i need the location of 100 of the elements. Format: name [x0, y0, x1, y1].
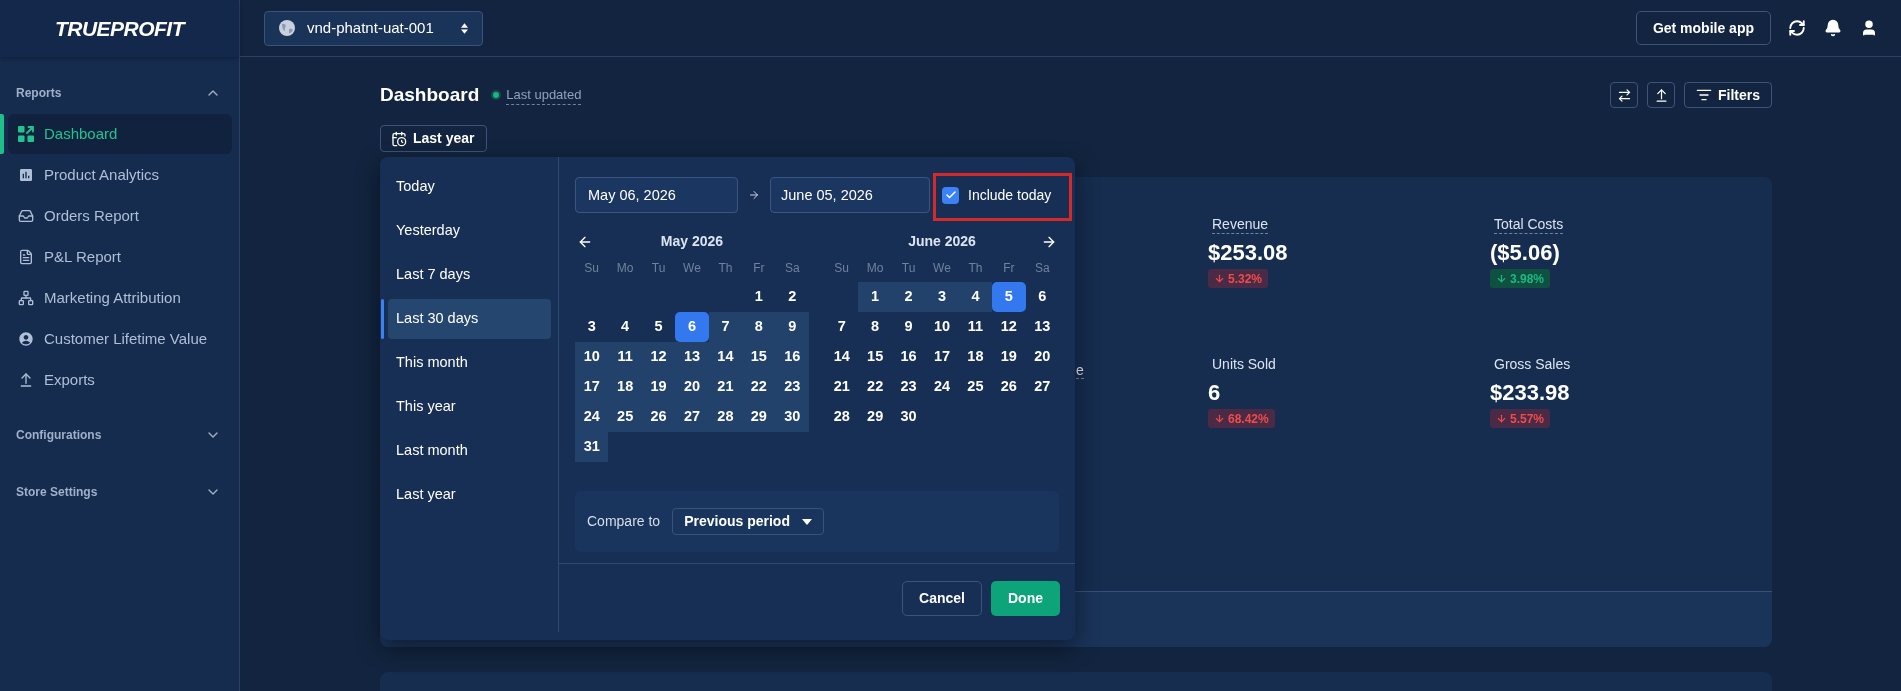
calendar-day[interactable]: 27: [675, 402, 709, 432]
calendar-day[interactable]: 18: [608, 372, 642, 402]
calendar-day[interactable]: 17: [575, 372, 609, 402]
calendar-day[interactable]: 26: [992, 372, 1026, 402]
start-date-field[interactable]: May 06, 2026: [575, 177, 738, 213]
calendar-day[interactable]: 8: [858, 312, 892, 342]
calendar-day[interactable]: 12: [641, 342, 676, 372]
calendar-day[interactable]: 9: [891, 312, 926, 342]
nav-item[interactable]: Dashboard: [8, 114, 232, 154]
nav-item[interactable]: Exports: [8, 360, 232, 400]
calendar-day[interactable]: 29: [858, 402, 892, 432]
preset-option[interactable]: Last 7 days: [388, 255, 551, 295]
metric-value: $233.98: [1490, 379, 1570, 407]
calendar-day[interactable]: 25: [958, 372, 993, 402]
section-toggle[interactable]: Reports: [0, 83, 239, 103]
calendar-day[interactable]: 4: [958, 282, 993, 312]
weekday-label: We: [682, 260, 702, 277]
calendar-day[interactable]: 16: [891, 342, 926, 372]
calendar-day[interactable]: 31: [575, 432, 609, 462]
swap-button[interactable]: [1610, 82, 1638, 108]
nav-item[interactable]: Product Analytics: [8, 155, 232, 195]
preset-option[interactable]: This month: [388, 343, 551, 383]
calendar-day[interactable]: 13: [675, 342, 709, 372]
calendar-day[interactable]: 17: [925, 342, 959, 372]
calendar-day[interactable]: 5: [641, 312, 676, 342]
calendar-day[interactable]: 15: [858, 342, 892, 372]
filter-icon: [1696, 87, 1712, 103]
calendar-day[interactable]: 24: [925, 372, 959, 402]
calendar-day[interactable]: 6: [675, 312, 709, 342]
calendar-day[interactable]: 10: [575, 342, 609, 372]
calendar-day[interactable]: 23: [891, 372, 926, 402]
preset-option[interactable]: Last month: [388, 431, 551, 471]
calendar-day[interactable]: 1: [742, 282, 776, 312]
calendar-day[interactable]: 11: [608, 342, 642, 372]
calendar-day[interactable]: 24: [575, 402, 609, 432]
calendar-day[interactable]: 29: [742, 402, 776, 432]
check-icon: [944, 189, 957, 201]
calendar-day[interactable]: 19: [992, 342, 1026, 372]
calendar-day[interactable]: 3: [575, 312, 609, 342]
nav-item[interactable]: Orders Report: [8, 196, 232, 236]
calendar-day[interactable]: 12: [992, 312, 1026, 342]
cancel-button[interactable]: Cancel: [902, 581, 982, 616]
nav-item[interactable]: Marketing Attribution: [8, 278, 232, 318]
preset-option[interactable]: Last year: [388, 475, 551, 515]
section-toggle[interactable]: Configurations: [0, 425, 239, 445]
calendar-day[interactable]: 10: [925, 312, 959, 342]
preset-option[interactable]: Today: [388, 167, 551, 207]
calendar-day[interactable]: 3: [925, 282, 959, 312]
date-range-button[interactable]: Last year: [380, 125, 487, 152]
calendar-day[interactable]: 13: [1025, 312, 1059, 342]
calendar-day[interactable]: 26: [641, 402, 676, 432]
calendar-day[interactable]: 19: [641, 372, 676, 402]
calendar-day[interactable]: 20: [1025, 342, 1059, 372]
calendar-day[interactable]: 23: [775, 372, 809, 402]
section-toggle[interactable]: Store Settings: [0, 482, 239, 502]
weekday-label: Th: [717, 260, 734, 277]
calendar-day[interactable]: 20: [675, 372, 709, 402]
calendar-day[interactable]: 5: [992, 282, 1026, 312]
filters-button[interactable]: Filters: [1684, 82, 1772, 108]
calendar-day[interactable]: 15: [742, 342, 776, 372]
calendar-day[interactable]: 2: [891, 282, 926, 312]
calendar-day[interactable]: 14: [825, 342, 859, 372]
calendar-day[interactable]: 30: [891, 402, 926, 432]
calendar-day[interactable]: 7: [708, 312, 743, 342]
calendar-day[interactable]: 9: [775, 312, 809, 342]
calendar-day[interactable]: 28: [825, 402, 859, 432]
checkbox[interactable]: [942, 186, 959, 204]
preset-option[interactable]: Last 30 days: [388, 299, 551, 339]
calendar-day[interactable]: 25: [608, 402, 642, 432]
calendar-day[interactable]: 2: [775, 282, 809, 312]
notification-bell-icon[interactable]: [1824, 19, 1842, 37]
mobile-app-button[interactable]: Get mobile app: [1635, 11, 1771, 45]
refresh-icon[interactable]: [1788, 19, 1806, 37]
calendar-day[interactable]: 21: [708, 372, 743, 402]
calendar-day[interactable]: 28: [708, 402, 743, 432]
compare-dropdown[interactable]: Previous period: [672, 508, 825, 535]
export-button[interactable]: [1647, 82, 1675, 108]
calendar-day[interactable]: 18: [958, 342, 993, 372]
calendar-day[interactable]: 8: [742, 312, 776, 342]
calendar-day[interactable]: 7: [825, 312, 859, 342]
store-selector[interactable]: vnd-phatnt-uat-001: [264, 10, 483, 46]
calendar-day[interactable]: 22: [858, 372, 892, 402]
calendar-day[interactable]: 4: [608, 312, 642, 342]
calendar-day[interactable]: 30: [775, 402, 809, 432]
calendar-day[interactable]: 6: [1025, 282, 1059, 312]
preset-option[interactable]: This year: [388, 387, 551, 427]
preset-option[interactable]: Yesterday: [388, 211, 551, 251]
page-title: Dashboard: [380, 82, 480, 107]
calendar-day[interactable]: 16: [775, 342, 809, 372]
calendar-day[interactable]: 1: [858, 282, 892, 312]
calendar-day[interactable]: 14: [708, 342, 743, 372]
calendar-day[interactable]: 22: [742, 372, 776, 402]
end-date-field[interactable]: June 05, 2026: [770, 177, 930, 213]
user-icon[interactable]: [1860, 19, 1878, 37]
calendar-day[interactable]: 11: [958, 312, 993, 342]
nav-item[interactable]: P&L Report: [8, 237, 232, 277]
calendar-day[interactable]: 21: [825, 372, 859, 402]
metric-label: Revenue: [1212, 216, 1269, 234]
calendar-day[interactable]: 27: [1025, 372, 1059, 402]
nav-item[interactable]: Customer Lifetime Value: [8, 319, 232, 359]
